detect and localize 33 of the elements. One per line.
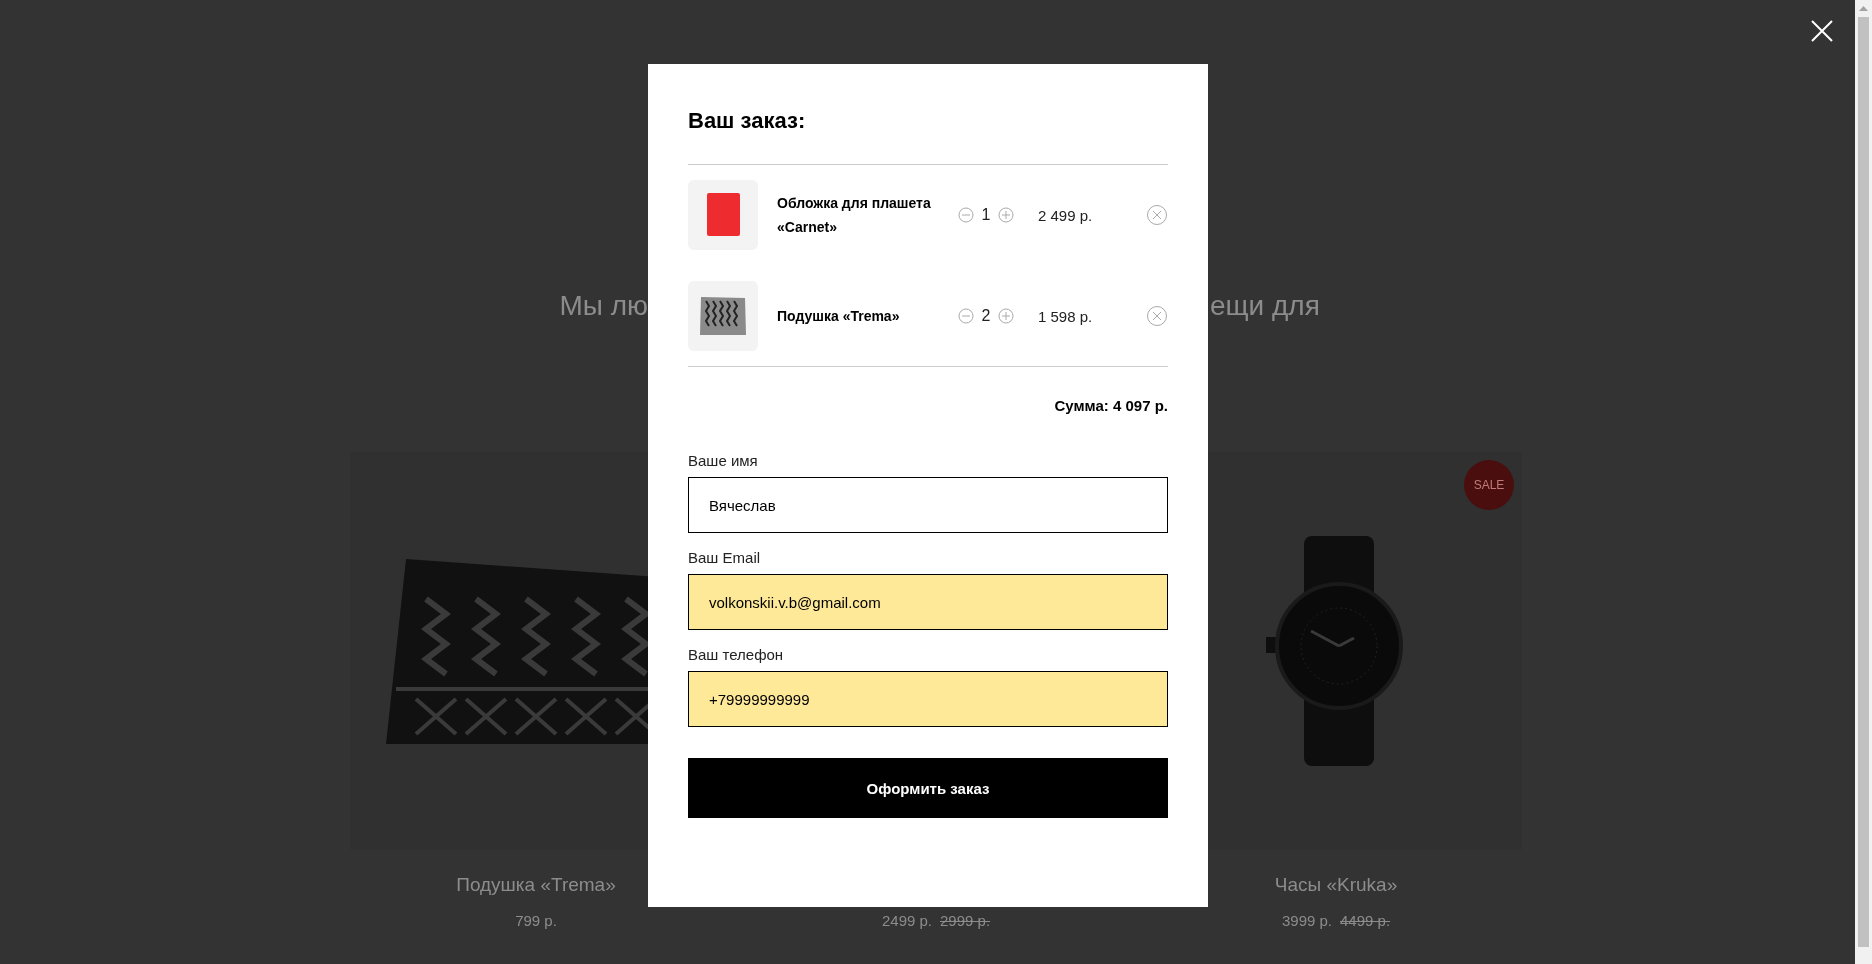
minus-icon[interactable] xyxy=(958,308,974,324)
close-icon[interactable] xyxy=(1811,20,1833,42)
section-heading: ещи для xyxy=(1210,290,1320,321)
input-field[interactable]: Вячеслав xyxy=(688,477,1168,533)
section-heading: Мы лю xyxy=(559,290,648,321)
field-label: Ваш Email xyxy=(688,549,762,566)
input-field[interactable]: volkonskii.v.b@gmail.com xyxy=(688,574,1168,630)
product-price: 799 р. xyxy=(515,912,557,929)
checkout-button[interactable]: Оформить заказ xyxy=(688,758,1168,818)
item-price: 2 499 р. xyxy=(1038,206,1094,224)
product-price: 2499 р. xyxy=(881,912,932,929)
field-label: Ваш телефон xyxy=(688,646,785,663)
item-price: 1 598 р. xyxy=(1038,307,1094,325)
remove-icon[interactable] xyxy=(1146,204,1168,226)
sale-badge: SALE xyxy=(1464,460,1514,510)
dialog-title: Ваш заказ: xyxy=(688,108,807,134)
order-total: Сумма: 4 097 р. xyxy=(1053,397,1168,414)
remove-icon[interactable] xyxy=(1146,305,1168,327)
scrollbar-thumb[interactable] xyxy=(1858,17,1869,947)
item-quantity: 2 xyxy=(980,307,992,325)
product-price: 3999 р. xyxy=(1281,912,1332,929)
old-price: 4499 р. xyxy=(1340,912,1391,929)
field-label: Ваше имя xyxy=(688,452,759,469)
item-quantity: 1 xyxy=(980,206,992,224)
minus-icon[interactable] xyxy=(958,207,974,223)
plus-icon[interactable] xyxy=(998,207,1014,223)
item-name: Подушка «Trema» xyxy=(777,307,901,326)
product-title: Подушка «Trema» xyxy=(456,874,616,895)
item-name: Обложка для плашета «Carnet» xyxy=(777,194,932,237)
product-title: Часы «Kruka» xyxy=(1274,874,1398,895)
old-price: 2999 р. xyxy=(940,912,991,929)
input-field[interactable]: +79999999999 xyxy=(688,671,1168,727)
plus-icon[interactable] xyxy=(998,308,1014,324)
